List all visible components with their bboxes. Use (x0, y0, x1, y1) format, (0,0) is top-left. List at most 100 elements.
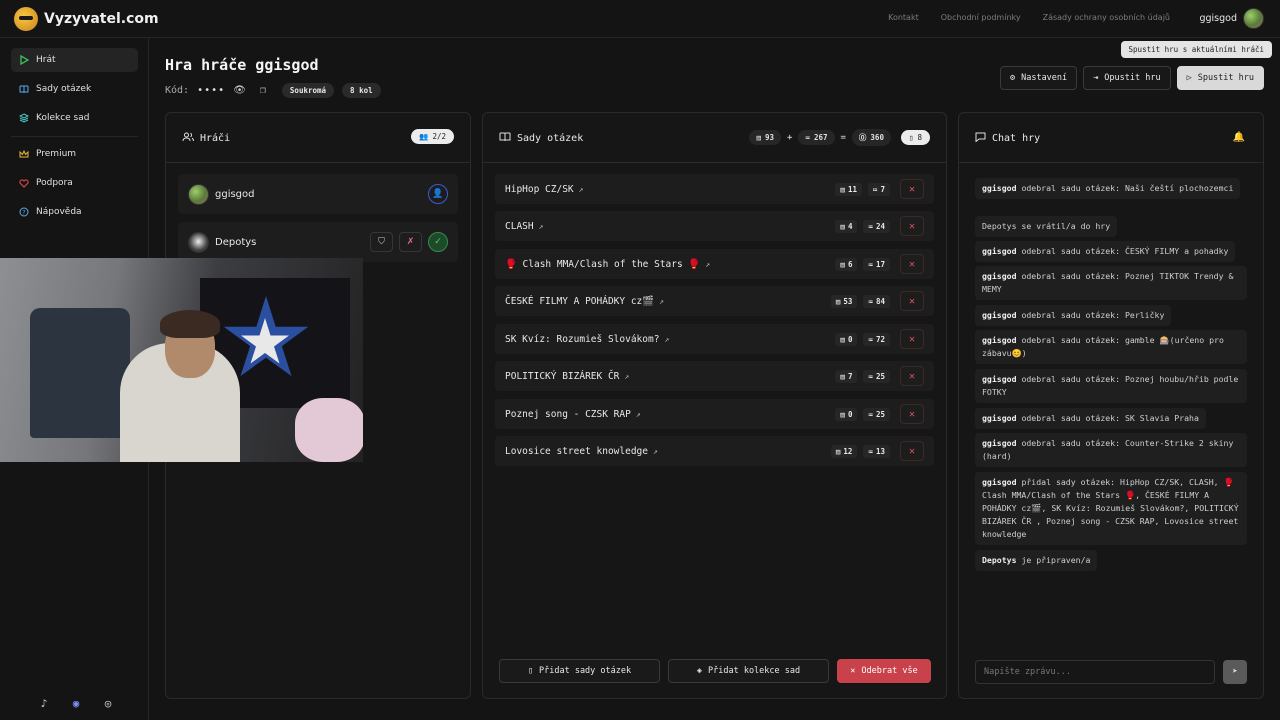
webcam-overlay (0, 258, 363, 462)
external-link-icon[interactable]: ↗ (653, 447, 658, 456)
chat-user: ggisgod (982, 374, 1017, 384)
set-row[interactable]: ČESKÉ FILMY A POHÁDKY cz🎬 ↗ ▤ 53 ≔ 84 ✕ (495, 286, 934, 316)
set-questions-badge: ≔ 7 (867, 182, 890, 196)
overall-total-value: 360 (870, 133, 884, 142)
sidebar-item-premium[interactable]: Premium (11, 142, 138, 166)
copy-icon[interactable]: ❐ (260, 85, 266, 96)
external-link-icon[interactable]: ↗ (664, 335, 669, 344)
set-count-b: 72 (875, 334, 885, 344)
remove-set-button[interactable]: ✕ (900, 254, 924, 274)
settings-button[interactable]: ⚙ Nastavení (999, 66, 1078, 90)
sidebar-item-support[interactable]: Podpora (11, 171, 138, 195)
link-contact[interactable]: Kontakt (888, 13, 919, 22)
tiktok-icon[interactable]: ♪ (38, 698, 50, 710)
set-count-a: 4 (847, 221, 853, 231)
remove-all-label: Odebrat vše (861, 666, 918, 676)
chat-text: odebral sadu otázek: ČESKÝ FILMY a pohad… (1016, 246, 1229, 256)
external-link-icon[interactable]: ↗ (705, 260, 710, 269)
user-menu[interactable]: ggisgod (1199, 8, 1264, 29)
avatar (188, 231, 209, 253)
eye-icon[interactable]: 👁 (233, 85, 246, 96)
chat-user: ggisgod (982, 413, 1017, 423)
remove-set-button[interactable]: ✕ (900, 179, 924, 199)
leave-game-button[interactable]: ⇥ Opustit hru (1083, 66, 1171, 90)
logo[interactable]: Vyzyvatel.com (14, 7, 159, 31)
sets-count-value: 8 (917, 133, 922, 142)
external-link-icon[interactable]: ↗ (539, 222, 544, 231)
chat-user: ggisgod (982, 310, 1017, 320)
add-collection-button[interactable]: ◈ Přidat kolekce sad (668, 659, 829, 683)
chat-text: Depotys se vrátil/a do hry (982, 221, 1111, 231)
remove-set-button[interactable]: ✕ (900, 404, 924, 424)
instagram-icon[interactable]: ◎ (102, 698, 114, 710)
sidebar-item-question-sets[interactable]: Sady otázek (11, 77, 138, 101)
set-row[interactable]: Poznej song - CZSK RAP ↗ ▤ 0 ≔ 25 ✕ (495, 399, 934, 429)
remove-set-button[interactable]: ✕ (900, 441, 924, 461)
external-link-icon[interactable]: ↗ (579, 185, 584, 194)
external-link-icon[interactable]: ↗ (659, 297, 664, 306)
chat-message: ggisgod odebral sadu otázek: Perličky (975, 305, 1247, 326)
chat-text: odebral sadu otázek: gamble 🎰(určeno pro… (982, 335, 1224, 358)
set-count-badge: ▤ 53 (830, 294, 858, 308)
play-icon: ▷ (1186, 73, 1192, 83)
players-count-badge: 👥 2/2 (411, 129, 454, 144)
add-sets-button[interactable]: ▯ Přidat sady otázek (499, 659, 660, 683)
discord-icon[interactable]: ◉ (70, 698, 82, 710)
crown-icon (19, 149, 29, 159)
remove-set-button[interactable]: ✕ (900, 216, 924, 236)
chat-title: Chat hry (975, 132, 1040, 145)
chat-user: ggisgod (982, 271, 1017, 281)
remove-all-button[interactable]: ✕ Odebrat vše (837, 659, 931, 683)
sidebar-item-collections[interactable]: Kolekce sad (11, 106, 138, 130)
avatar (188, 183, 209, 205)
layers-icon (19, 113, 29, 123)
set-row[interactable]: HipHop CZ/SK ↗ ▤ 11 ≔ 7 ✕ (495, 174, 934, 204)
help-icon: ? (19, 207, 29, 217)
sidebar-item-help[interactable]: ? Nápověda (11, 200, 138, 224)
chat-text: odebral sadu otázek: Poznej houbu/hřib p… (982, 374, 1239, 397)
bell-icon[interactable]: 🔔 (1233, 132, 1245, 143)
chat-text: odebral sadu otázek: SK Slavia Praha (1016, 413, 1199, 423)
remove-set-button[interactable]: ✕ (900, 291, 924, 311)
webcam-jersey (30, 308, 130, 438)
link-terms[interactable]: Obchodní podmínky (941, 13, 1021, 22)
close-icon: ✕ (850, 666, 856, 676)
player-name: ggisgod (215, 188, 255, 200)
link-privacy[interactable]: Zásady ochrany osobních údajů (1043, 13, 1170, 22)
shield-icon[interactable]: ⛉ (370, 232, 393, 252)
plus-sign: + (787, 132, 793, 143)
player-name: Depotys (215, 236, 257, 248)
book-icon (19, 84, 29, 94)
sidebar-item-label: Nápověda (36, 207, 82, 217)
chat-message: ggisgod přidal sady otázek: HipHop CZ/SK… (975, 472, 1247, 545)
external-link-icon[interactable]: ↗ (624, 372, 629, 381)
sets-total-value: 93 (764, 133, 775, 142)
privacy-badge: Soukromá (281, 83, 335, 98)
set-count-b: 25 (875, 409, 885, 419)
chat-text: přidal sady otázek: HipHop CZ/SK, CLASH,… (982, 477, 1239, 539)
remove-set-button[interactable]: ✕ (900, 366, 924, 386)
add-sets-label: Přidat sady otázek (539, 666, 632, 676)
set-row[interactable]: POLITICKÝ BIZÁREK ČR ↗ ▤ 7 ≔ 25 ✕ (495, 361, 934, 391)
send-button[interactable]: ➤ (1223, 660, 1247, 684)
chat-message: ggisgod odebral sadu otázek: Poznej houb… (975, 369, 1247, 403)
kick-user-icon[interactable]: ✗ (399, 232, 422, 252)
book-icon: ▯ (908, 133, 914, 142)
external-link-icon[interactable]: ↗ (636, 410, 641, 419)
set-row[interactable]: 🥊 Clash MMA/Clash of the Stars 🥊 ↗ ▤ 6 ≔ … (495, 249, 934, 279)
set-row[interactable]: SK Kvíz: Rozumieš Slovákom? ↗ ▤ 0 ≔ 72 ✕ (495, 324, 934, 354)
logo-icon (14, 7, 38, 31)
chat-input[interactable]: Napište zprávu... (975, 660, 1215, 684)
set-row[interactable]: Lovosice street knowledge ↗ ▤ 12 ≔ 13 ✕ (495, 436, 934, 466)
users-icon (182, 132, 194, 145)
set-row[interactable]: CLASH ↗ ▤ 4 ≔ 24 ✕ (495, 211, 934, 241)
start-game-button[interactable]: ▷ Spustit hru (1176, 66, 1264, 90)
set-questions-badge: ≔ 25 (863, 407, 890, 421)
remove-set-button[interactable]: ✕ (900, 329, 924, 349)
sets-totals: ▤ 93 + ≔ 267 = ⓪ 360 ▯ 8 (749, 129, 930, 146)
chat-message: ggisgod odebral sadu otázek: Poznej TIKT… (975, 266, 1247, 300)
set-name: Lovosice street knowledge (505, 445, 648, 457)
sidebar-item-play[interactable]: Hrát (11, 48, 138, 72)
set-name: HipHop CZ/SK (505, 183, 574, 195)
set-questions-badge: ≔ 24 (863, 219, 890, 233)
